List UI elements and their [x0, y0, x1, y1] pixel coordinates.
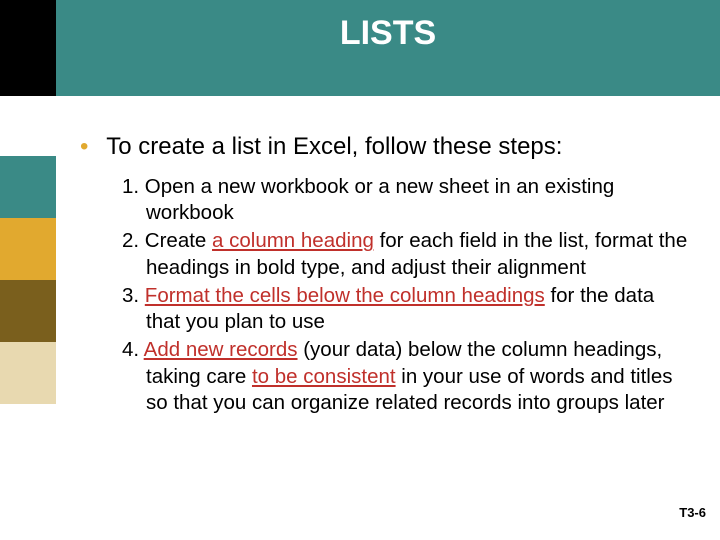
sidebar-seg-gold — [0, 218, 56, 280]
step-1-text: 1. Open a new workbook or a new sheet in… — [122, 175, 614, 224]
header-teal: LISTS — [56, 0, 720, 96]
slide-header: LISTS — [0, 0, 720, 96]
sidebar-seg-olive — [0, 280, 56, 342]
slide-title: LISTS — [56, 0, 720, 60]
slide-number: T3-6 — [679, 505, 706, 520]
step-2-pre: 2. Create — [122, 229, 212, 252]
step-4-highlight-2: to be consistent — [252, 365, 396, 388]
step-3-pre: 3. — [122, 284, 145, 307]
sidebar-seg-white2 — [0, 404, 56, 540]
sidebar-seg-white — [0, 96, 56, 156]
step-1: 1. Open a new workbook or a new sheet in… — [122, 174, 690, 226]
step-4: 4. Add new records (your data) below the… — [122, 337, 690, 416]
steps-list: 1. Open a new workbook or a new sheet in… — [122, 174, 690, 416]
step-4-highlight-1: Add new records — [144, 338, 298, 361]
lead-bullet-line: • To create a list in Excel, follow thes… — [80, 132, 690, 162]
step-3-highlight: Format the cells below the column headin… — [145, 284, 545, 307]
sidebar-seg-teal — [0, 156, 56, 218]
header-left-black — [0, 0, 56, 96]
slide-content: • To create a list in Excel, follow thes… — [56, 96, 720, 540]
step-2-highlight: a column heading — [212, 229, 374, 252]
step-2: 2. Create a column heading for each fiel… — [122, 228, 690, 280]
step-3: 3. Format the cells below the column hea… — [122, 283, 690, 335]
lead-text: To create a list in Excel, follow these … — [106, 133, 562, 160]
step-4-pre: 4. — [122, 338, 144, 361]
sidebar-seg-cream — [0, 342, 56, 404]
left-sidebar — [0, 96, 56, 540]
bullet-icon: • — [80, 132, 100, 162]
